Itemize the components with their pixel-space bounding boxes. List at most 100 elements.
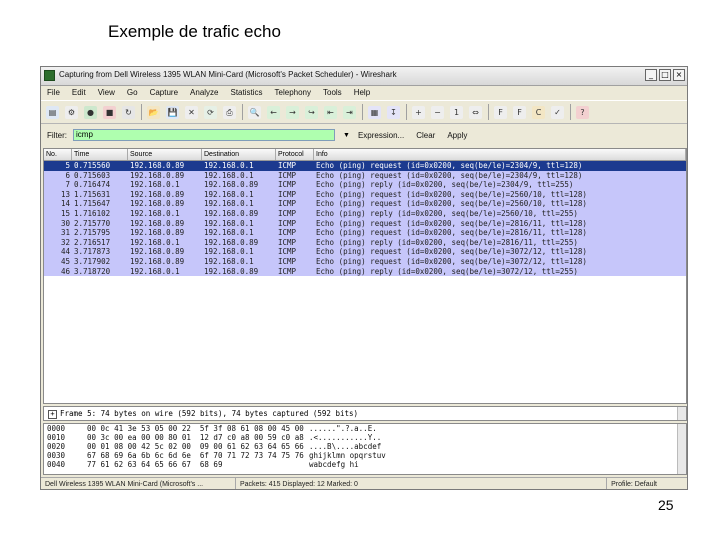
expand-icon[interactable]: + (48, 409, 57, 419)
display-filters-icon[interactable]: F (513, 105, 526, 119)
packet-list: No. Time Source Destination Protocol Inf… (43, 148, 687, 404)
cell-protocol: ICMP (278, 256, 297, 266)
byte-ascii[interactable]: ......".?.a..E. (299, 424, 429, 433)
byte-offset[interactable]: 0010 (44, 433, 79, 442)
packet-bytes-pane: 0000 00 0c 41 3e 53 05 00 22 5f 3f 08 61 … (43, 423, 687, 475)
cell-source: 192.168.0.89 (130, 170, 185, 180)
cell-destination: 192.168.0.1 (204, 189, 254, 199)
menu-statistics[interactable]: Statistics (231, 88, 263, 97)
cell-source: 192.168.0.89 (130, 199, 185, 209)
find-icon[interactable]: 🔍 (248, 105, 261, 119)
packet-row[interactable]: 13 1.715631 192.168.0.89 192.168.0.1 ICMP Ech… (44, 189, 686, 200)
open-icon[interactable]: 📂 (147, 105, 160, 119)
packet-row[interactable]: 31 2.715795 192.168.0.89 192.168.0.1 ICMP Ech… (44, 228, 686, 238)
autoscroll-icon[interactable]: ↧ (387, 105, 400, 119)
byte-offset[interactable]: 0020 (44, 442, 79, 451)
packet-row[interactable]: 45 3.717902 192.168.0.89 192.168.0.1 ICMP Ech… (44, 256, 686, 267)
menu-edit[interactable]: Edit (72, 88, 86, 97)
column-destination[interactable]: Destination (202, 149, 276, 160)
cell-destination: 192.168.0.1 (204, 199, 254, 209)
cell-destination: 192.168.0.89 (204, 180, 259, 190)
packet-row[interactable]: 6 0.715603 192.168.0.89 192.168.0.1 ICMP Echo… (44, 170, 686, 181)
packet-row[interactable]: 32 2.716517 192.168.0.1 192.168.0.89 ICMP Ech… (44, 237, 686, 248)
restart-capture-icon[interactable]: ↻ (122, 105, 135, 119)
menu-tools[interactable]: Tools (323, 88, 342, 97)
cell-info: Echo (ping) request (id=0x0200, seq(be/l… (316, 228, 587, 238)
column-protocol[interactable]: Protocol (276, 149, 314, 160)
go-to-icon[interactable]: ↪ (305, 105, 318, 119)
menu-go[interactable]: Go (127, 88, 138, 97)
last-packet-icon[interactable]: ⇥ (343, 105, 356, 119)
packet-row[interactable]: 14 1.715647 192.168.0.89 192.168.0.1 ICMP Ech… (44, 199, 686, 209)
status-bar: Dell Wireless 1395 WLAN Mini-Card (Micro… (41, 477, 687, 489)
byte-offset[interactable]: 0040 (44, 460, 79, 469)
reload-icon[interactable]: ⟳ (204, 105, 217, 119)
byte-hex[interactable]: 67 68 69 6a 6b 6c 6d 6e 6f 70 71 72 73 7… (79, 451, 304, 460)
column-source[interactable]: Source (128, 149, 202, 160)
start-capture-icon[interactable]: ● (84, 105, 97, 119)
forward-icon[interactable]: → (286, 105, 299, 119)
cell-source: 192.168.0.89 (130, 161, 185, 170)
maximize-button[interactable]: □ (659, 69, 671, 81)
byte-hex[interactable]: 00 0c 41 3e 53 05 00 22 5f 3f 08 61 08 0… (79, 424, 304, 433)
packet-row[interactable]: 46 3.718720 192.168.0.1 192.168.0.89 ICMP Ech… (44, 266, 686, 277)
stop-capture-icon[interactable]: ■ (103, 105, 116, 119)
colorize-icon[interactable]: ▦ (368, 105, 381, 119)
zoom-out-icon[interactable]: − (431, 105, 444, 119)
menu-help[interactable]: Help (354, 88, 370, 97)
title-bar: Capturing from Dell Wireless 1395 WLAN M… (41, 67, 687, 86)
frame-summary[interactable]: Frame 5: 74 bytes on wire (592 bits), 74… (60, 409, 358, 418)
byte-ascii[interactable]: ghijklmn opqrstuv (299, 451, 429, 460)
menu-file[interactable]: File (47, 88, 60, 97)
menu-analyze[interactable]: Analyze (190, 88, 218, 97)
byte-ascii[interactable]: wabcdefg hi (299, 460, 429, 469)
wireshark-icon (44, 70, 55, 81)
bytes-row: 0020 00 01 08 00 42 5c 02 00 09 00 61 62 … (44, 442, 686, 451)
back-icon[interactable]: ← (267, 105, 280, 119)
byte-ascii[interactable]: ....B\....abcdef (299, 442, 429, 451)
byte-offset[interactable]: 0030 (44, 451, 79, 460)
preferences-icon[interactable]: ✓ (551, 105, 564, 119)
filter-input[interactable]: icmp (73, 129, 335, 141)
clear-button[interactable]: Clear (416, 131, 435, 140)
byte-hex[interactable]: 00 3c 00 ea 00 00 80 01 12 d7 c0 a8 00 5… (79, 433, 304, 442)
cell-no: 15 (60, 208, 70, 218)
byte-offset[interactable]: 0000 (44, 424, 79, 433)
print-icon[interactable]: ⎙ (223, 105, 236, 119)
column-info[interactable]: Info (314, 149, 686, 160)
column-time[interactable]: Time (72, 149, 128, 160)
packet-row[interactable]: 30 2.715770 192.168.0.89 192.168.0.1 ICMP Ech… (44, 218, 686, 229)
interface-list-icon[interactable]: ▤ (46, 105, 59, 119)
zoom-in-icon[interactable]: + (412, 105, 425, 119)
filter-label: Filter: (47, 130, 67, 140)
packet-row[interactable]: 7 0.716474 192.168.0.1 192.168.0.89 ICMP Echo… (44, 180, 686, 190)
menu-view[interactable]: View (98, 88, 115, 97)
byte-ascii[interactable]: .<...........Y.. (299, 433, 429, 442)
page-number: 25 (658, 497, 674, 513)
filter-dropdown-icon[interactable]: ▼ (343, 132, 350, 139)
byte-hex[interactable]: 77 61 62 63 64 65 66 67 68 69 (79, 460, 299, 469)
expression-button[interactable]: Expression... (358, 131, 404, 140)
bytes-scrollbar[interactable] (677, 424, 686, 474)
minimize-button[interactable]: _ (645, 69, 657, 81)
menu-capture[interactable]: Capture (150, 88, 178, 97)
capture-options-icon[interactable]: ⚙ (65, 105, 78, 119)
close-button[interactable]: × (673, 69, 685, 81)
coloring-rules-icon[interactable]: C (532, 105, 545, 119)
close-file-icon[interactable]: ✕ (185, 105, 198, 119)
packet-row[interactable]: 15 1.716102 192.168.0.1 192.168.0.89 ICMP Ech… (44, 208, 686, 219)
byte-hex[interactable]: 00 01 08 00 42 5c 02 00 09 00 61 62 63 6… (79, 442, 304, 451)
normal-size-icon[interactable]: 1 (450, 105, 463, 119)
column-no[interactable]: No. (44, 149, 72, 160)
packet-row[interactable]: 44 3.717873 192.168.0.89 192.168.0.1 ICMP Ech… (44, 247, 686, 257)
status-profile[interactable]: Profile: Default (606, 478, 687, 489)
menu-telephony[interactable]: Telephony (275, 88, 311, 97)
save-icon[interactable]: 💾 (166, 105, 179, 119)
apply-button[interactable]: Apply (447, 131, 467, 140)
details-scrollbar[interactable] (677, 407, 686, 420)
capture-filters-icon[interactable]: F (494, 105, 507, 119)
help-icon[interactable]: ? (576, 105, 589, 119)
packet-row[interactable]: 5 0.715560 192.168.0.89 192.168.0.1 ICMP Echo… (44, 161, 686, 171)
first-packet-icon[interactable]: ⇤ (324, 105, 337, 119)
resize-columns-icon[interactable]: ⇔ (469, 105, 482, 119)
